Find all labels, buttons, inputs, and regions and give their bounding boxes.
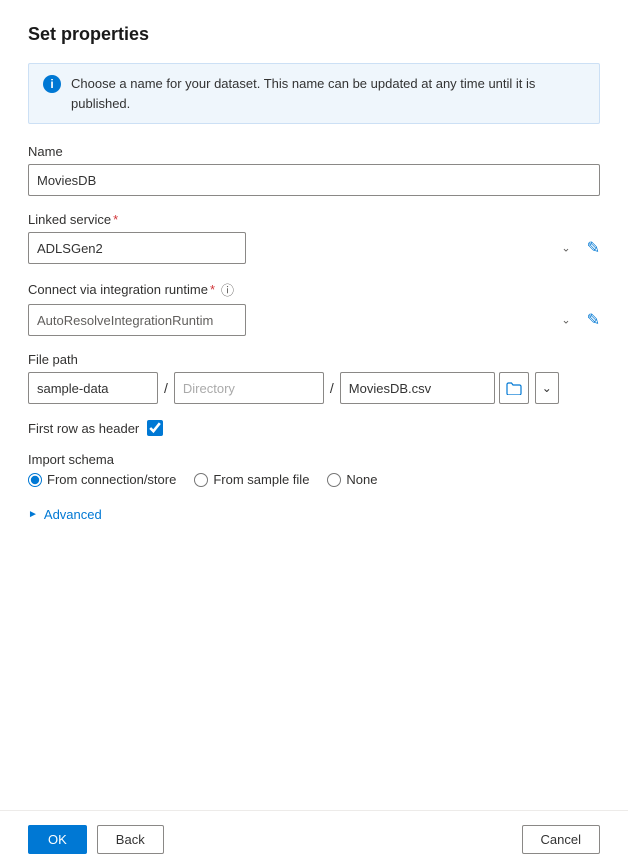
schema-radio-none[interactable] [327, 473, 341, 487]
schema-none-label: None [346, 472, 377, 487]
file-path-group: File path / / ⌄ [28, 352, 600, 404]
file-path-container-input[interactable] [28, 372, 158, 404]
name-input[interactable] [28, 164, 600, 196]
import-schema-group: Import schema From connection/store From… [28, 452, 600, 487]
chevron-down-icon: ⌄ [561, 242, 570, 255]
linked-service-group: Linked service* ⌄ ✎ [28, 212, 600, 264]
file-path-filename-input[interactable] [340, 372, 495, 404]
chevron-right-icon: ► [28, 509, 38, 520]
expand-button[interactable]: ⌄ [535, 372, 559, 404]
integration-runtime-edit-icon[interactable]: ✎ [587, 310, 600, 330]
page-title: Set properties [28, 24, 600, 45]
footer-left-actions: OK Back [28, 825, 164, 854]
import-schema-options: From connection/store From sample file N… [28, 472, 600, 487]
schema-sample-label: From sample file [213, 472, 309, 487]
linked-service-input[interactable] [28, 232, 246, 264]
integration-runtime-label: Connect via integration runtime* [28, 282, 215, 297]
info-banner-text: Choose a name for your dataset. This nam… [71, 74, 585, 113]
linked-service-select-container: ⌄ [28, 232, 581, 264]
footer: OK Back Cancel [0, 810, 628, 868]
schema-connection-label: From connection/store [47, 472, 176, 487]
browse-folder-button[interactable] [499, 372, 529, 404]
folder-icon [506, 382, 522, 395]
name-group: Name [28, 144, 600, 196]
first-row-checkbox[interactable] [147, 420, 163, 436]
info-banner: i Choose a name for your dataset. This n… [28, 63, 600, 124]
file-path-directory-input[interactable] [174, 372, 324, 404]
integration-runtime-group: Connect via integration runtime* ⓘ ⌄ ✎ [28, 280, 600, 336]
first-row-label: First row as header [28, 421, 139, 436]
linked-service-label: Linked service* [28, 212, 600, 227]
integration-runtime-select-container: ⌄ [28, 304, 581, 336]
first-row-header-group: First row as header [28, 420, 600, 436]
schema-option-none[interactable]: None [327, 472, 377, 487]
chevron-down-icon: ⌄ [542, 381, 552, 395]
path-separator-2: / [328, 380, 336, 396]
integration-runtime-input[interactable] [28, 304, 246, 336]
schema-option-connection[interactable]: From connection/store [28, 472, 176, 487]
advanced-section[interactable]: ► Advanced [28, 507, 600, 522]
import-schema-label: Import schema [28, 452, 600, 467]
name-label: Name [28, 144, 600, 159]
info-tooltip-icon[interactable]: ⓘ [221, 280, 234, 299]
advanced-label: Advanced [44, 507, 102, 522]
schema-radio-sample[interactable] [194, 473, 208, 487]
chevron-down-icon: ⌄ [561, 314, 570, 327]
back-button[interactable]: Back [97, 825, 164, 854]
schema-option-sample[interactable]: From sample file [194, 472, 309, 487]
schema-radio-connection[interactable] [28, 473, 42, 487]
cancel-button[interactable]: Cancel [522, 825, 600, 854]
info-icon: i [43, 75, 61, 93]
ok-button[interactable]: OK [28, 825, 87, 854]
path-separator-1: / [162, 380, 170, 396]
file-path-label: File path [28, 352, 600, 367]
linked-service-edit-icon[interactable]: ✎ [587, 238, 600, 258]
